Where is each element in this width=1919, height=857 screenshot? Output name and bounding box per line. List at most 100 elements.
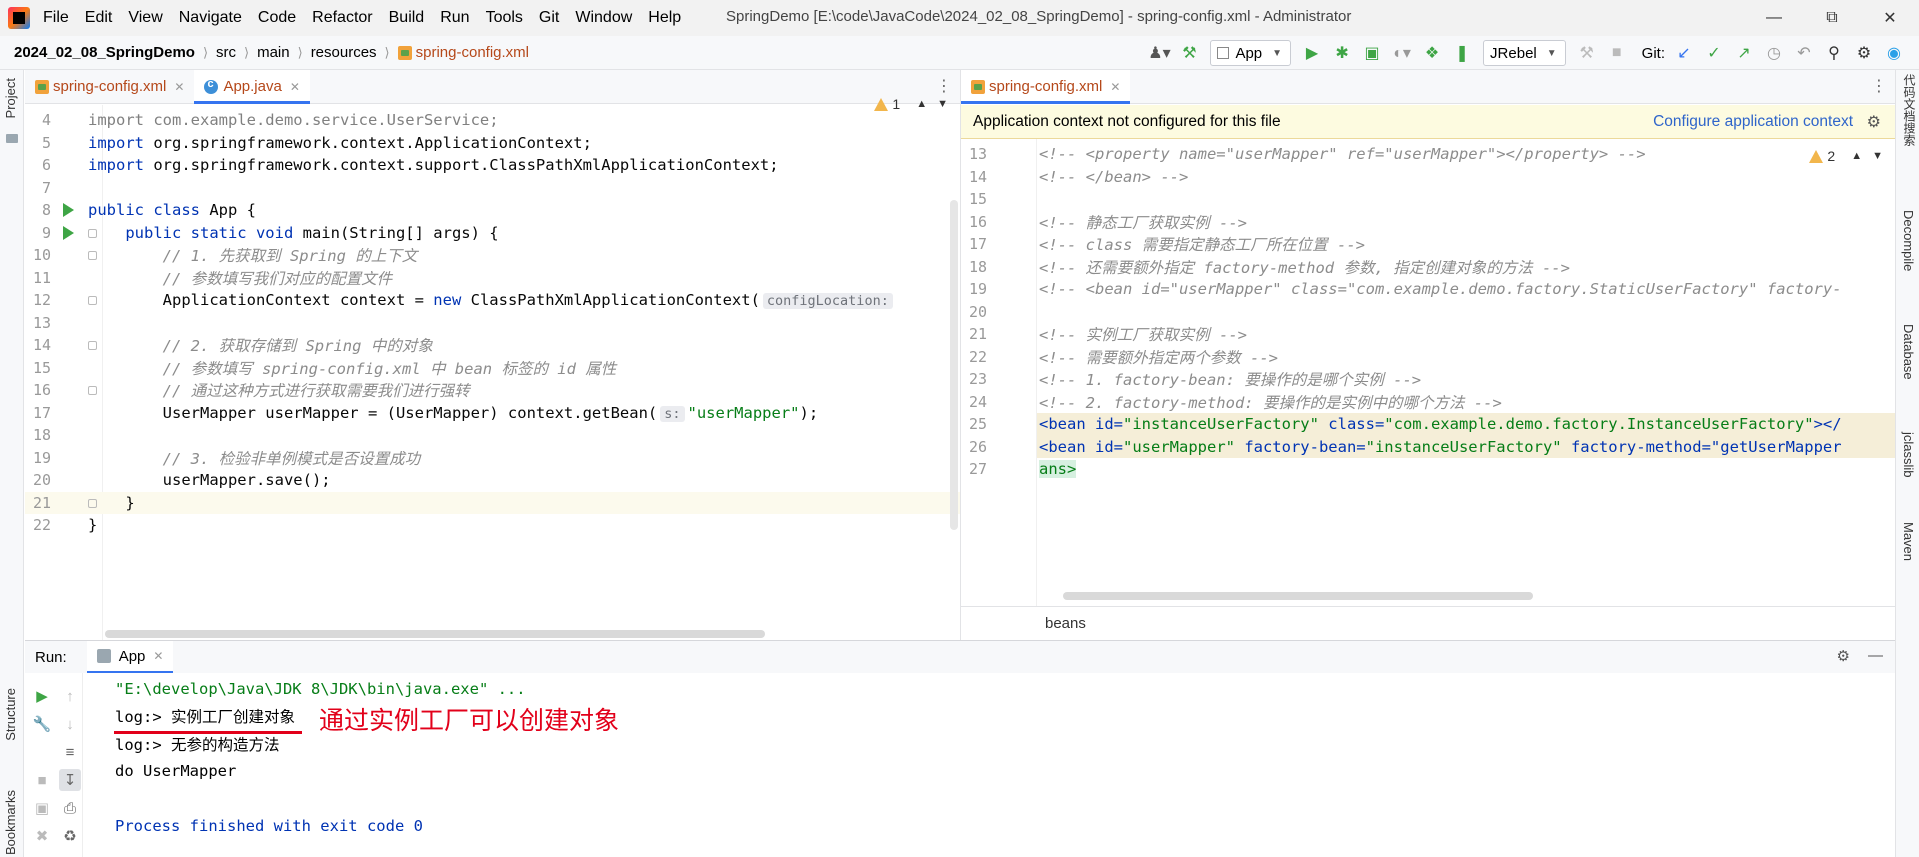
tab-spring-config[interactable]: spring-config.xml ✕: [25, 70, 194, 103]
scroll-up-icon[interactable]: ↑: [59, 685, 81, 707]
structure-tool-tab[interactable]: Structure: [3, 688, 18, 741]
chevron-up-icon[interactable]: ▲: [1851, 150, 1862, 162]
menu-git[interactable]: Git: [539, 9, 559, 27]
menu-navigate[interactable]: Navigate: [179, 9, 242, 27]
chevron-up-icon[interactable]: ▲: [916, 98, 927, 110]
minimize-icon[interactable]: —: [1745, 0, 1803, 36]
run-gutter-icon[interactable]: [63, 203, 74, 217]
console-command-line: "E:\develop\Java\JDK 8\JDK\bin\java.exe"…: [115, 679, 526, 698]
menu-tools[interactable]: Tools: [486, 9, 523, 27]
close-tab-icon[interactable]: ✕: [290, 80, 300, 94]
run-config-label: App: [1235, 44, 1263, 62]
run-tab-app[interactable]: App ✕: [86, 641, 174, 673]
git-update-icon[interactable]: ↙: [1671, 40, 1697, 66]
menu-view[interactable]: View: [128, 9, 162, 27]
configure-context-link[interactable]: Configure application context: [1653, 113, 1853, 131]
code-text: <!-- 静态工厂获取实例 -->: [1039, 211, 1247, 233]
debug-bug-icon[interactable]: ✱: [1329, 40, 1355, 66]
more-vertical-icon[interactable]: ⋮: [1871, 76, 1887, 96]
search-icon[interactable]: ⚲: [1821, 40, 1847, 66]
xml-breadcrumb-beans[interactable]: beans: [1045, 615, 1086, 632]
inspection-widget[interactable]: 1 ▲ ▼: [874, 96, 948, 112]
bookmarks-tool-tab[interactable]: Bookmarks: [3, 790, 18, 855]
jrebel-debug-icon[interactable]: ❚: [1449, 40, 1475, 66]
menu-window[interactable]: Window: [575, 9, 632, 27]
gear-icon[interactable]: ⚙: [1837, 647, 1850, 665]
vertical-scrollbar[interactable]: [950, 200, 958, 530]
exit-icon[interactable]: ✖: [31, 825, 53, 847]
java-code-area[interactable]: 4 import com.example.demo.service.UserSer…: [25, 105, 960, 640]
profile-icon[interactable]: ◐▾: [1389, 40, 1415, 66]
account-icon[interactable]: ♟▾: [1146, 40, 1172, 66]
chevron-down-icon[interactable]: ▼: [937, 98, 948, 110]
git-rollback-icon[interactable]: ↶: [1791, 40, 1817, 66]
project-tool-tab[interactable]: Project: [3, 78, 18, 118]
jclasslib-tool-tab[interactable]: jclasslib: [1901, 432, 1916, 478]
restore-icon[interactable]: ⧉: [1803, 0, 1861, 36]
line-number: 18: [968, 257, 987, 276]
run-config-select[interactable]: App ▼: [1210, 40, 1292, 66]
git-commit-icon[interactable]: ✓: [1701, 40, 1727, 66]
stop-icon[interactable]: ■: [31, 769, 53, 791]
settings-gear-icon[interactable]: ⚙: [1851, 40, 1877, 66]
scroll-down-icon[interactable]: ↓: [59, 713, 81, 735]
code-search-tool-tab[interactable]: 代码文档搜索: [1901, 74, 1918, 146]
minimize-panel-icon[interactable]: —: [1868, 647, 1883, 665]
chevron-down-icon[interactable]: ▼: [1872, 150, 1883, 162]
decompile-tool-tab[interactable]: Decompile: [1901, 210, 1916, 271]
more-vertical-icon[interactable]: ⋮: [936, 76, 952, 96]
tab-app-java[interactable]: App.java ✕: [194, 70, 311, 104]
menu-code[interactable]: Code: [258, 9, 296, 27]
print-icon[interactable]: ⎙: [59, 797, 81, 819]
line-number: 21: [968, 325, 987, 344]
xml-code-area[interactable]: 13 <!-- <property name="userMapper" ref="…: [961, 139, 1895, 606]
stop-icon[interactable]: ■: [1604, 40, 1630, 66]
database-tool-tab[interactable]: Database: [1901, 324, 1916, 380]
git-push-icon[interactable]: ↗: [1731, 40, 1757, 66]
soft-wrap-icon[interactable]: ≡: [59, 741, 81, 763]
horizontal-scrollbar[interactable]: [105, 630, 765, 638]
breadcrumb-project[interactable]: 2024_02_08_SpringDemo: [14, 44, 195, 61]
run-icon[interactable]: ▶: [1299, 40, 1325, 66]
breadcrumb-resources[interactable]: resources: [311, 44, 377, 61]
menu-edit[interactable]: Edit: [85, 9, 113, 27]
horizontal-scrollbar[interactable]: [1063, 592, 1533, 600]
plugin-logo-icon[interactable]: ◉: [1881, 40, 1907, 66]
coverage-icon[interactable]: ▣: [1359, 40, 1385, 66]
breadcrumb-main[interactable]: main: [257, 44, 290, 61]
tab-label: spring-config.xml: [989, 78, 1103, 95]
scroll-to-end-icon[interactable]: ↧: [59, 769, 81, 791]
wrench-icon[interactable]: 🔧: [31, 713, 53, 735]
code-comment: <!-- </bean> -->: [1039, 167, 1189, 186]
jrebel-select[interactable]: JRebel ▼: [1483, 40, 1566, 66]
menu-build[interactable]: Build: [389, 9, 425, 27]
breadcrumb-src[interactable]: src: [216, 44, 236, 61]
code-comment: <!-- <bean id="userMapper" class="com.ex…: [1039, 280, 1842, 299]
camera-icon[interactable]: ▣: [31, 797, 53, 819]
inspection-widget[interactable]: 2 ▲ ▼: [1809, 148, 1883, 164]
menu-refactor[interactable]: Refactor: [312, 9, 372, 27]
hammer-disabled-icon[interactable]: ⚒: [1574, 40, 1600, 66]
banner-message: Application context not configured for t…: [973, 112, 1281, 130]
close-icon[interactable]: ✕: [1861, 0, 1919, 36]
run-gutter-icon[interactable]: [63, 225, 74, 240]
gear-icon[interactable]: ⚙: [1867, 112, 1881, 132]
menu-file[interactable]: File: [43, 9, 69, 27]
close-tab-icon[interactable]: ✕: [153, 649, 163, 663]
close-tab-icon[interactable]: ✕: [174, 80, 184, 94]
xml-tag: factory-method="getUserMapper: [1561, 437, 1842, 456]
console-output[interactable]: "E:\develop\Java\JDK 8\JDK\bin\java.exe"…: [115, 675, 526, 840]
trash-icon[interactable]: ♻: [59, 825, 81, 847]
jrebel-run-icon[interactable]: ❖: [1419, 40, 1445, 66]
maven-tool-tab[interactable]: Maven: [1901, 522, 1916, 561]
code-comment: <!-- 需要额外指定两个参数 -->: [1039, 348, 1278, 367]
warning-icon: [874, 97, 889, 111]
tab-spring-config[interactable]: spring-config.xml ✕: [961, 70, 1131, 104]
close-tab-icon[interactable]: ✕: [1110, 80, 1120, 94]
menu-help[interactable]: Help: [648, 9, 681, 27]
build-hammer-icon[interactable]: ⚒: [1176, 40, 1202, 66]
breadcrumb-file[interactable]: spring-config.xml: [416, 44, 529, 61]
git-history-icon[interactable]: ◷: [1761, 40, 1787, 66]
rerun-icon[interactable]: ▶: [31, 685, 53, 707]
menu-run[interactable]: Run: [440, 9, 469, 27]
